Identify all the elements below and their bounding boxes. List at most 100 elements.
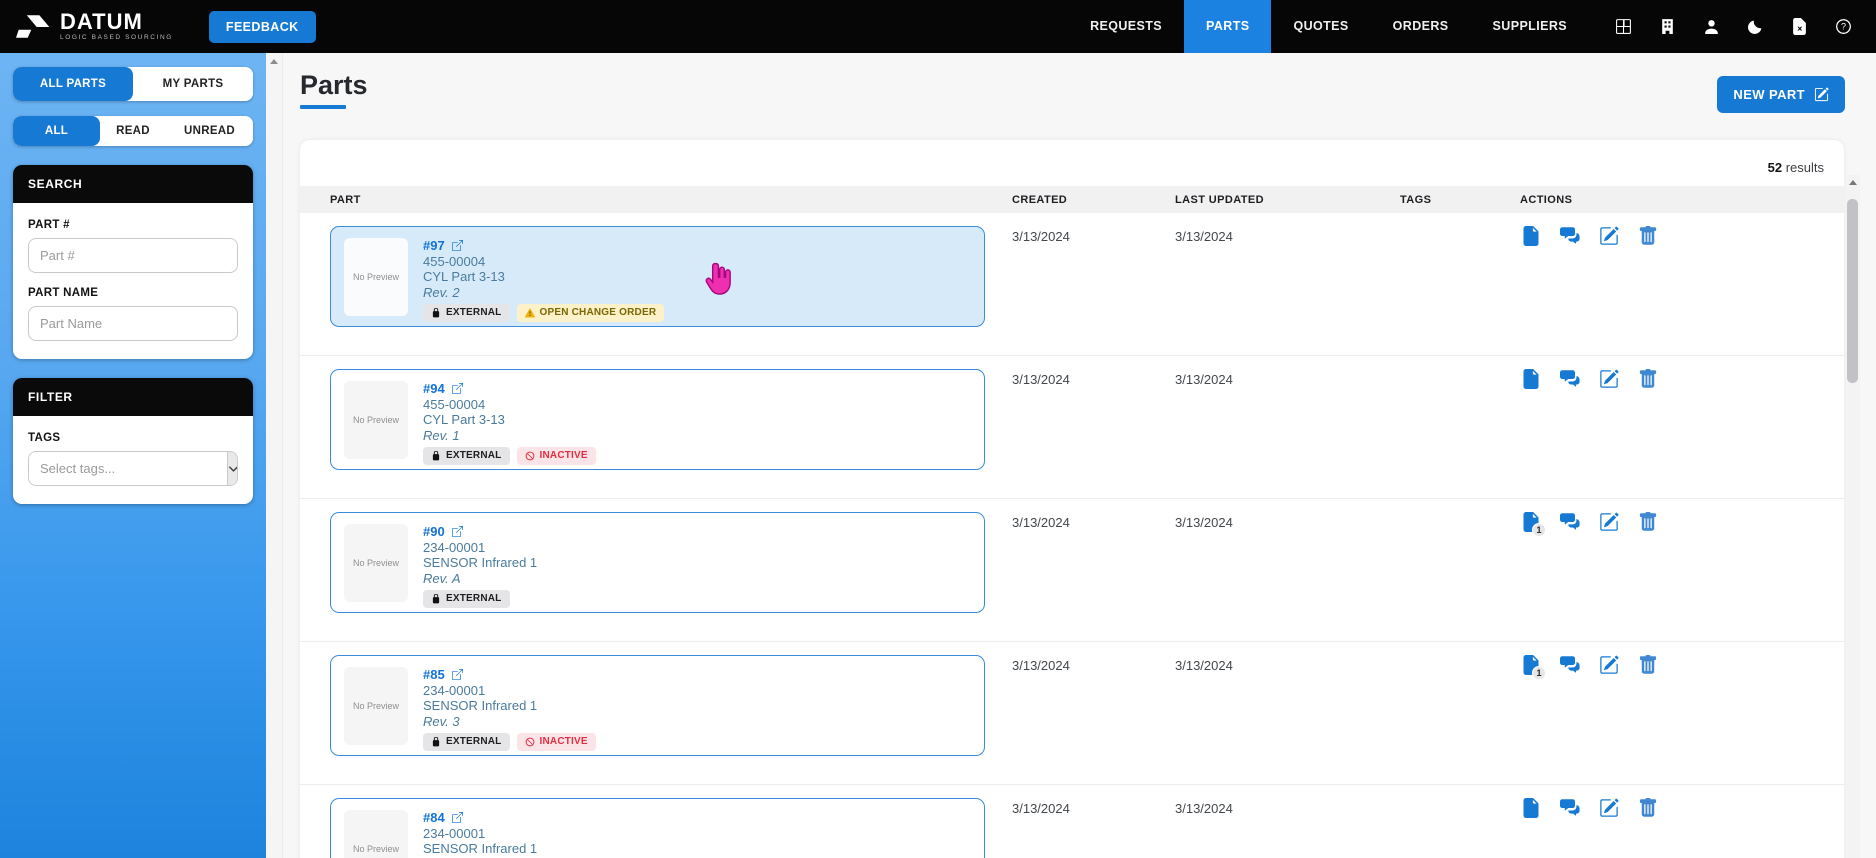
read-state-tabs: ALL READ UNREAD (13, 116, 253, 146)
documents-action-button[interactable]: 1 (1520, 655, 1541, 676)
navbar-icon-group: ? (1589, 18, 1876, 35)
document-count-badge: 1 (1532, 666, 1546, 680)
edit-icon (1599, 226, 1619, 246)
new-part-button[interactable]: NEW PART (1717, 76, 1845, 113)
chat-bubbles-icon (1560, 226, 1580, 246)
logo-tagline: LOGIC BASED SOURCING (60, 35, 173, 42)
results-scroll-up-arrow[interactable] (1849, 180, 1857, 185)
sidebar-scrollbar[interactable] (266, 53, 283, 858)
slash-circle-icon (525, 451, 535, 461)
documents-action-button[interactable] (1520, 798, 1541, 819)
datum-logo[interactable]: DATUM LOGIC BASED SOURCING (16, 11, 173, 42)
part-number: 234-00001 (423, 683, 596, 699)
file-report-icon[interactable] (1791, 18, 1808, 35)
part-number-input[interactable] (28, 238, 238, 273)
tags-select[interactable] (28, 451, 238, 486)
part-cell: No Preview #97 455-00004 CYL Part 3-13 R… (330, 213, 1012, 355)
part-card[interactable]: No Preview #85 234-00001 SENSOR Infrared… (330, 655, 985, 756)
comments-action-button[interactable] (1559, 512, 1580, 533)
user-icon[interactable] (1703, 18, 1720, 35)
part-id: #85 (423, 667, 445, 683)
new-part-label: NEW PART (1733, 87, 1805, 102)
tab-read[interactable]: READ (100, 116, 166, 146)
external-badge: EXTERNAL (423, 447, 510, 465)
edit-action-button[interactable] (1598, 512, 1619, 533)
tags-cell (1400, 642, 1520, 784)
building-icon[interactable] (1659, 18, 1676, 35)
delete-action-button[interactable] (1637, 512, 1658, 533)
delete-action-button[interactable] (1637, 226, 1658, 247)
part-link[interactable]: #84 (423, 810, 537, 826)
tags-select-toggle[interactable] (227, 452, 238, 485)
sidebar-scroll-up-arrow[interactable] (270, 59, 278, 64)
part-thumbnail: No Preview (344, 810, 408, 858)
delete-action-button[interactable] (1637, 369, 1658, 390)
nav-link-suppliers[interactable]: SUPPLIERS (1471, 0, 1589, 53)
part-card[interactable]: No Preview #90 234-00001 SENSOR Infrared… (330, 512, 985, 613)
comments-action-button[interactable] (1559, 655, 1580, 676)
part-info: #94 455-00004 CYL Part 3-13 Rev. 1 (423, 381, 596, 458)
dark-mode-moon-icon[interactable] (1747, 18, 1764, 35)
documents-action-button[interactable] (1520, 226, 1541, 247)
results-scrollbar-thumb[interactable] (1847, 199, 1858, 383)
edit-action-button[interactable] (1598, 798, 1619, 819)
nav-link-quotes[interactable]: QUOTES (1271, 0, 1370, 53)
table-row: No Preview #97 455-00004 CYL Part 3-13 R… (300, 213, 1844, 356)
logo-text: DATUM LOGIC BASED SOURCING (60, 11, 173, 42)
apps-grid-icon[interactable] (1615, 18, 1632, 35)
comments-action-button[interactable] (1559, 798, 1580, 819)
nav-link-parts[interactable]: PARTS (1184, 0, 1271, 53)
part-cell: No Preview #84 234-00001 SENSOR Infrared… (330, 785, 1012, 858)
part-link[interactable]: #97 (423, 238, 664, 254)
delete-action-button[interactable] (1637, 798, 1658, 819)
part-link[interactable]: #94 (423, 381, 596, 397)
part-revision: Rev. A (423, 571, 537, 587)
tab-my-parts[interactable]: MY PARTS (133, 67, 253, 101)
created-cell: 3/13/2024 (1012, 213, 1175, 355)
table-header-row: PART CREATED LAST UPDATED TAGS ACTIONS (300, 186, 1844, 213)
edit-action-button[interactable] (1598, 226, 1619, 247)
part-card[interactable]: No Preview #97 455-00004 CYL Part 3-13 R… (330, 226, 985, 327)
part-number: 455-00004 (423, 254, 664, 270)
part-card[interactable]: No Preview #94 455-00004 CYL Part 3-13 R… (330, 369, 985, 470)
comments-action-button[interactable] (1559, 226, 1580, 247)
part-link[interactable]: #85 (423, 667, 596, 683)
part-number: 234-00001 (423, 540, 537, 556)
actions-cell (1520, 356, 1844, 498)
tab-all[interactable]: ALL (13, 116, 100, 146)
tags-select-input[interactable] (29, 452, 227, 485)
part-thumbnail: No Preview (344, 524, 408, 602)
feedback-button[interactable]: FEEDBACK (209, 11, 316, 43)
part-cell: No Preview #90 234-00001 SENSOR Infrared… (330, 499, 1012, 641)
tags-cell (1400, 356, 1520, 498)
edit-action-button[interactable] (1598, 655, 1619, 676)
badge-label: EXTERNAL (446, 448, 502, 464)
results-scrollbar[interactable] (1845, 175, 1860, 858)
help-icon[interactable]: ? (1835, 18, 1852, 35)
documents-action-button[interactable] (1520, 369, 1541, 390)
nav-link-requests[interactable]: REQUESTS (1068, 0, 1184, 53)
badge-label: EXTERNAL (446, 305, 502, 321)
part-info: #84 234-00001 SENSOR Infrared 1 Rev. 2 (423, 810, 537, 858)
trash-icon (1638, 512, 1658, 532)
part-name-label: PART NAME (28, 287, 238, 299)
nav-link-orders[interactable]: ORDERS (1371, 0, 1471, 53)
delete-action-button[interactable] (1637, 655, 1658, 676)
part-card[interactable]: No Preview #84 234-00001 SENSOR Infrared… (330, 798, 985, 858)
results-count-number: 52 (1768, 160, 1782, 175)
part-name-input[interactable] (28, 306, 238, 341)
trash-icon (1638, 798, 1658, 818)
edit-action-button[interactable] (1598, 369, 1619, 390)
documents-action-button[interactable]: 1 (1520, 512, 1541, 533)
tab-all-parts[interactable]: ALL PARTS (13, 67, 133, 101)
updated-cell: 3/13/2024 (1175, 642, 1400, 784)
warning-icon (525, 308, 535, 318)
part-name: CYL Part 3-13 (423, 269, 664, 285)
tab-unread[interactable]: UNREAD (166, 116, 253, 146)
part-id: #90 (423, 524, 445, 540)
table-body: No Preview #97 455-00004 CYL Part 3-13 R… (300, 213, 1844, 858)
inactive-badge: INACTIVE (517, 447, 596, 465)
comments-action-button[interactable] (1559, 369, 1580, 390)
part-link[interactable]: #90 (423, 524, 537, 540)
svg-text:?: ? (1841, 22, 1846, 32)
